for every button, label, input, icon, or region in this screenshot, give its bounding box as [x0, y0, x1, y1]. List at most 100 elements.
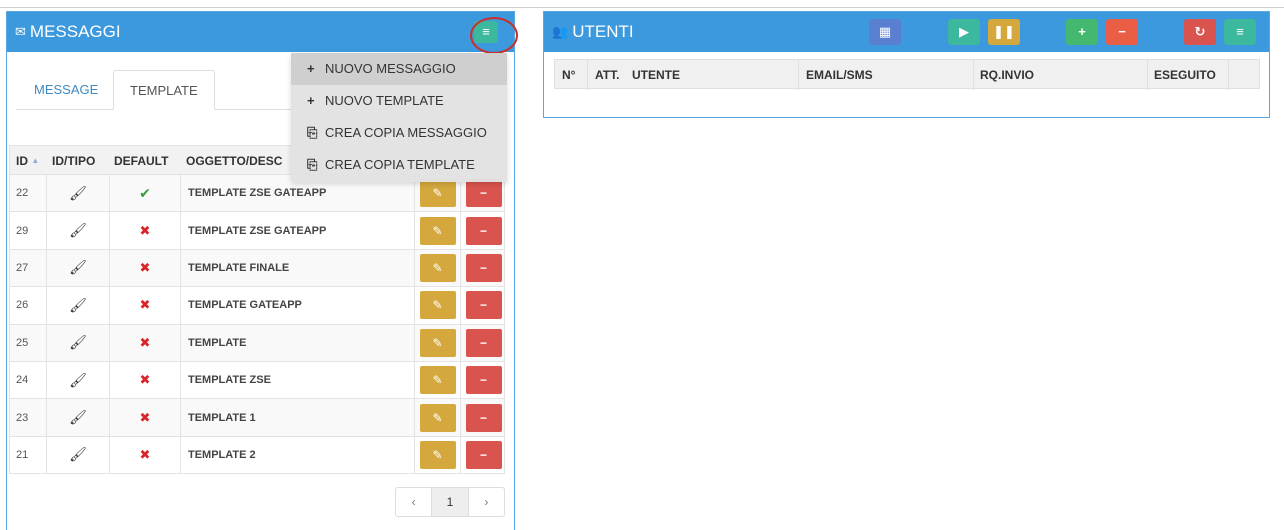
cross-icon: ✖	[139, 297, 151, 313]
column-default[interactable]: DEFAULT	[114, 146, 168, 176]
users-panel-title: UTENTI	[572, 22, 634, 41]
edit-button[interactable]: ✎	[419, 291, 456, 320]
table-row[interactable]: 23 🖌 ✖ TEMPLATE 1 ✎ −	[9, 399, 505, 437]
remove-button[interactable]: −	[1106, 19, 1138, 45]
edit-icon: ✎	[432, 298, 443, 313]
table-row[interactable]: 25 🖌 ✖ TEMPLATE ✎ −	[9, 324, 505, 362]
edit-icon: ✎	[432, 410, 443, 425]
table-row[interactable]: 24 🖌 ✖ TEMPLATE ZSE ✎ −	[9, 361, 505, 400]
row-id: 26	[10, 287, 47, 324]
edit-button[interactable]: ✎	[419, 216, 456, 245]
cross-icon: ✖	[139, 372, 151, 388]
cross-icon: ✖	[139, 446, 151, 462]
edit-button[interactable]: ✎	[419, 328, 456, 357]
play-icon: ▶	[959, 24, 969, 39]
row-subject: TEMPLATE	[181, 324, 415, 361]
table-row[interactable]: 29 🖌 ✖ TEMPLATE ZSE GATEAPP ✎ −	[9, 212, 505, 250]
table-row[interactable]: 26 🖌 ✖ TEMPLATE GATEAPP ✎ −	[9, 287, 505, 325]
menu-item-new-message[interactable]: + NUOVO MESSAGGIO	[291, 53, 507, 85]
sort-ascending-icon: ▲	[31, 156, 40, 165]
edit-button[interactable]: ✎	[419, 366, 456, 395]
delete-button[interactable]: −	[465, 440, 502, 469]
grid-icon: ▦	[878, 24, 892, 39]
minus-icon: −	[479, 373, 487, 388]
minus-icon: −	[1118, 24, 1126, 39]
tab-message[interactable]: MESSAGE	[18, 70, 114, 110]
pause-button[interactable]: ❚❚	[988, 19, 1020, 45]
cross-icon: ✖	[139, 409, 151, 425]
minus-icon: −	[479, 260, 487, 275]
pagination: ‹ 1 ›	[395, 487, 505, 517]
minus-icon: −	[479, 335, 487, 350]
menu-icon: ≡	[1236, 24, 1244, 39]
column-rq-invio[interactable]: RQ.INVIO	[980, 60, 1034, 90]
play-button[interactable]: ▶	[948, 19, 980, 45]
pause-icon: ❚❚	[993, 24, 1015, 39]
grid-button[interactable]: ▦	[869, 19, 901, 45]
minus-icon: −	[479, 223, 487, 238]
delete-button[interactable]: −	[465, 328, 502, 357]
edit-button[interactable]: ✎	[419, 440, 456, 469]
edit-button[interactable]: ✎	[419, 179, 456, 208]
refresh-button[interactable]: ↻	[1184, 19, 1216, 45]
plus-icon: +	[1078, 24, 1086, 39]
copy-icon: ⎘	[307, 157, 318, 172]
row-subject: TEMPLATE 1	[181, 399, 415, 436]
menu-button[interactable]: ≡	[1224, 19, 1256, 45]
delete-button[interactable]: −	[465, 291, 502, 320]
menu-item-copy-message[interactable]: ⎘ CREA COPIA MESSAGGIO	[291, 117, 507, 149]
delete-button[interactable]: −	[465, 403, 502, 432]
minus-icon: −	[479, 186, 487, 201]
cross-icon: ✖	[139, 334, 151, 350]
row-id: 22	[10, 175, 47, 212]
pagination-prev[interactable]: ‹	[396, 488, 433, 516]
row-id: 29	[10, 212, 47, 249]
envelope-icon: ✉	[15, 24, 26, 39]
edit-icon: ✎	[432, 447, 443, 462]
column-att[interactable]: ATT.	[595, 60, 619, 90]
menu-item-copy-template[interactable]: ⎘ CREA COPIA TEMPLATE	[291, 149, 507, 181]
menu-item-new-template[interactable]: + NUOVO TEMPLATE	[291, 85, 507, 117]
tab-template[interactable]: TEMPLATE	[113, 70, 215, 110]
delete-button[interactable]: −	[465, 366, 502, 395]
table-row[interactable]: 21 🖌 ✖ TEMPLATE 2 ✎ −	[9, 436, 505, 475]
delete-button[interactable]: −	[465, 253, 502, 282]
messages-panel-header: ✉ MESSAGGI ≡	[7, 12, 518, 54]
refresh-icon: ↻	[1194, 24, 1206, 39]
brush-icon: 🖌	[69, 371, 87, 388]
users-table-header: N° ATT. UTENTE EMAIL/SMS RQ.INVIO ESEGUI…	[554, 59, 1260, 90]
row-subject: TEMPLATE ZSE	[181, 361, 415, 399]
column-user[interactable]: UTENTE	[632, 60, 680, 90]
delete-button[interactable]: −	[465, 216, 502, 245]
add-button[interactable]: +	[1066, 19, 1098, 45]
templates-table-body: 22 🖌 ✔ TEMPLATE ZSE GATEAPP ✎ − 29 🖌 ✖ TEMPLATE Z…	[9, 175, 505, 475]
menu-button-highlight-circle	[470, 17, 518, 54]
pagination-page-1[interactable]: 1	[432, 488, 469, 516]
column-email-sms[interactable]: EMAIL/SMS	[806, 60, 873, 90]
column-tipo[interactable]: ID/TIPO	[52, 146, 95, 176]
column-eseguito[interactable]: ESEGUITO	[1154, 60, 1216, 90]
plus-icon: +	[307, 61, 315, 76]
column-id[interactable]: ID ▲	[16, 146, 39, 176]
edit-button[interactable]: ✎	[419, 253, 456, 282]
minus-icon: −	[479, 410, 487, 425]
column-number[interactable]: N°	[562, 60, 575, 90]
edit-icon: ✎	[432, 373, 443, 388]
brush-icon: 🖌	[69, 222, 87, 239]
brush-icon: 🖌	[69, 334, 87, 351]
edit-button[interactable]: ✎	[419, 403, 456, 432]
brush-icon: 🖌	[69, 296, 87, 313]
brush-icon: 🖌	[69, 259, 87, 276]
minus-icon: −	[479, 447, 487, 462]
table-row[interactable]: 27 🖌 ✖ TEMPLATE FINALE ✎ −	[9, 249, 505, 288]
minus-icon: −	[479, 298, 487, 313]
row-subject: TEMPLATE ZSE GATEAPP	[181, 212, 415, 249]
column-subject[interactable]: OGGETTO/DESC	[186, 146, 282, 176]
pagination-next[interactable]: ›	[469, 488, 504, 516]
delete-button[interactable]: −	[465, 179, 502, 208]
brush-icon: 🖌	[69, 184, 87, 201]
row-id: 24	[10, 361, 47, 399]
messages-panel-title: MESSAGGI	[29, 22, 121, 41]
copy-icon: ⎘	[307, 125, 318, 140]
row-subject: TEMPLATE GATEAPP	[181, 287, 415, 324]
